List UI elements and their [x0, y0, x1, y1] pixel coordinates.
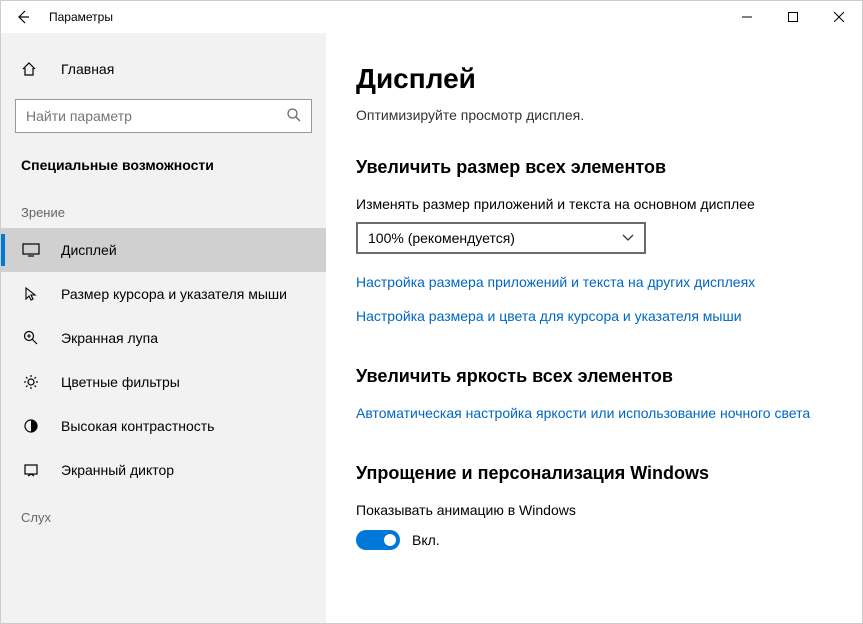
sidebar-item-label: Цветные фильтры — [61, 374, 180, 390]
sidebar-item-label: Размер курсора и указателя мыши — [61, 286, 287, 302]
scale-select[interactable]: 100% (рекомендуется) — [356, 222, 646, 254]
section-simplify-title: Упрощение и персонализация Windows — [356, 463, 832, 484]
sidebar-item-narrator[interactable]: Экранный диктор — [1, 448, 326, 492]
brightness-icon — [21, 374, 41, 390]
sidebar-item-label: Экранная лупа — [61, 330, 158, 346]
sidebar-item-high-contrast[interactable]: Высокая контрастность — [1, 404, 326, 448]
sidebar-item-label: Дисплей — [61, 242, 117, 258]
main-content: Дисплей Оптимизируйте просмотр дисплея. … — [326, 33, 862, 623]
page-title: Дисплей — [356, 63, 832, 95]
search-icon — [286, 107, 302, 123]
toggle-state-label: Вкл. — [412, 532, 440, 548]
narrator-icon — [21, 462, 41, 478]
sidebar-item-cursor[interactable]: Размер курсора и указателя мыши — [1, 272, 326, 316]
maximize-button[interactable] — [770, 1, 816, 33]
sidebar-item-magnifier[interactable]: Экранная лупа — [1, 316, 326, 360]
chevron-down-icon — [622, 234, 634, 242]
minimize-button[interactable] — [724, 1, 770, 33]
scale-select-value: 100% (рекомендуется) — [368, 230, 515, 246]
category-header: Специальные возможности — [1, 151, 326, 187]
magnifier-icon — [21, 330, 41, 346]
scale-label: Изменять размер приложений и текста на о… — [356, 196, 832, 212]
toggle-animations-label: Показывать анимацию в Windows — [356, 502, 832, 518]
sidebar-item-label: Экранный диктор — [61, 462, 174, 478]
minimize-icon — [742, 12, 752, 22]
section-brightness-title: Увеличить яркость всех элементов — [356, 366, 832, 387]
close-button[interactable] — [816, 1, 862, 33]
cursor-icon — [21, 286, 41, 302]
window-title: Параметры — [49, 10, 113, 24]
sidebar-item-label: Высокая контрастность — [61, 418, 214, 434]
close-icon — [834, 12, 844, 22]
home-icon — [21, 61, 41, 77]
toggle-animations[interactable] — [356, 530, 400, 550]
section-enlarge-title: Увеличить размер всех элементов — [356, 157, 832, 178]
arrow-left-icon — [16, 10, 30, 24]
home-label: Главная — [61, 61, 114, 77]
sidebar-item-color-filters[interactable]: Цветные фильтры — [1, 360, 326, 404]
link-other-displays[interactable]: Настройка размера приложений и текста на… — [356, 274, 832, 290]
link-cursor-settings[interactable]: Настройка размера и цвета для курсора и … — [356, 308, 832, 324]
contrast-icon — [21, 418, 41, 434]
home-button[interactable]: Главная — [1, 49, 326, 89]
sidebar-item-display[interactable]: Дисплей — [1, 228, 326, 272]
page-subtitle: Оптимизируйте просмотр дисплея. — [356, 107, 832, 123]
group-hearing-label: Слух — [1, 492, 326, 533]
back-button[interactable] — [1, 1, 45, 33]
sidebar: Главная Специальные возможности Зрение Д… — [1, 33, 326, 623]
toggle-knob — [384, 534, 396, 546]
display-icon — [21, 242, 41, 258]
maximize-icon — [788, 12, 798, 22]
group-vision-label: Зрение — [1, 187, 326, 228]
search-input[interactable] — [15, 99, 312, 133]
titlebar: Параметры — [1, 1, 862, 33]
link-brightness[interactable]: Автоматическая настройка яркости или исп… — [356, 405, 832, 421]
